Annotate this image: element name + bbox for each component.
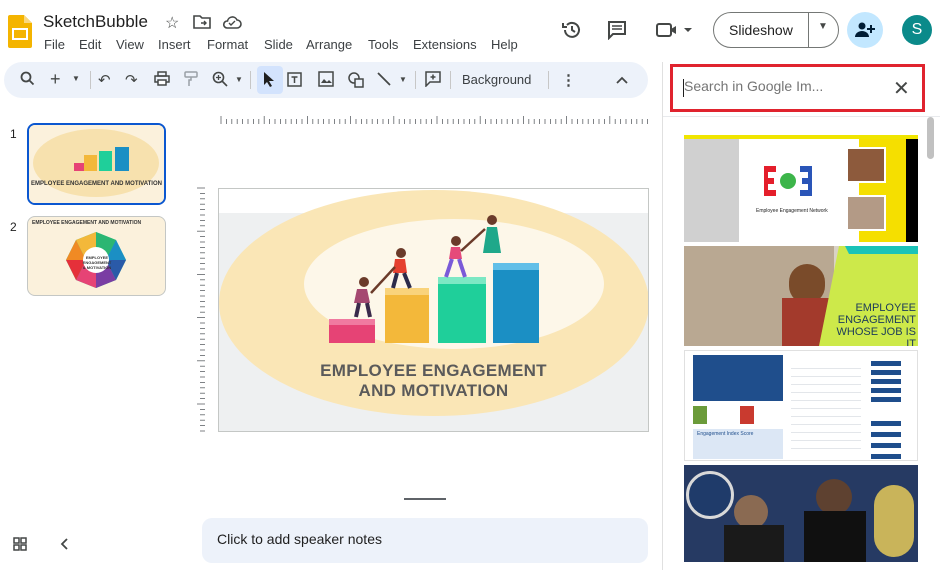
- panel-separator: [663, 116, 940, 117]
- document-title[interactable]: SketchBubble: [43, 12, 148, 32]
- menu-extensions[interactable]: Extensions: [413, 37, 477, 52]
- collapse-toolbar-icon[interactable]: [616, 71, 628, 88]
- person-photo: [846, 195, 886, 231]
- add-dropdown-icon[interactable]: ▼: [72, 74, 80, 83]
- line-icon[interactable]: [376, 71, 392, 91]
- toolbar-divider: [548, 71, 549, 89]
- toolbar: + ▼ ↶ ↷ ▼ ▼ Background ⋮: [4, 62, 648, 98]
- menu-help[interactable]: Help: [491, 37, 518, 52]
- results-scrollbar[interactable]: [927, 117, 934, 159]
- seal-emblem: [686, 471, 734, 519]
- image-search-input[interactable]: [684, 78, 864, 94]
- image-sidebar: [684, 139, 739, 242]
- slide-thumbnail-caption: EMPLOYEE ENGAGEMENT AND MOTIVATION: [31, 181, 162, 187]
- person-head: [816, 479, 852, 515]
- slide-thumbnail-caption: EMPLOYEE ENGAGEMENT AND MOTIVATION: [32, 220, 142, 226]
- slide-title-line-2: AND MOTIVATION: [358, 381, 509, 400]
- network-logo: [764, 166, 812, 196]
- image-caption: Engagement Index Score: [697, 431, 754, 437]
- person-body: [804, 511, 866, 562]
- slide-number: 2: [10, 220, 17, 234]
- search-icon[interactable]: [20, 71, 35, 90]
- add-icon[interactable]: +: [50, 69, 61, 90]
- horizontal-ruler[interactable]: [203, 115, 648, 125]
- person-body: [724, 525, 784, 562]
- print-icon[interactable]: [154, 71, 170, 90]
- slide-canvas[interactable]: EMPLOYEE ENGAGEMENT AND MOTIVATION: [218, 188, 649, 432]
- collapse-filmstrip-icon[interactable]: [60, 537, 68, 553]
- paint-format-icon[interactable]: [184, 71, 198, 91]
- notes-resize-handle[interactable]: [404, 498, 446, 500]
- toolbar-divider: [415, 71, 416, 89]
- person-head: [734, 495, 768, 529]
- menu-file[interactable]: File: [44, 37, 65, 52]
- slideshow-dropdown-icon[interactable]: ▼: [818, 21, 828, 32]
- slide-thumbnail-center-text: EMPLOYEE ENGAGEMENT & MOTIVATION: [82, 255, 112, 270]
- textbox-icon[interactable]: [286, 71, 303, 92]
- slide-thumbnail-2[interactable]: EMPLOYEE ENGAGEMENT AND MOTIVATION EMPLO…: [27, 216, 166, 296]
- cloud-status-icon[interactable]: [222, 15, 242, 34]
- panel-divider: [662, 62, 663, 570]
- menu-edit[interactable]: Edit: [79, 37, 101, 52]
- menu-arrange[interactable]: Arrange: [306, 37, 352, 52]
- comment-icon[interactable]: [425, 71, 441, 91]
- meet-icon[interactable]: [656, 22, 692, 43]
- redo-icon[interactable]: ↷: [125, 71, 138, 89]
- zoom-dropdown-icon[interactable]: ▼: [235, 75, 243, 84]
- slide-number: 1: [10, 127, 17, 141]
- table-block: [693, 355, 783, 401]
- add-person-icon: [855, 22, 875, 37]
- more-icon[interactable]: ⋮: [561, 71, 576, 89]
- bar-list: [871, 421, 901, 459]
- menu-format[interactable]: Format: [207, 37, 248, 52]
- move-folder-icon[interactable]: [193, 14, 211, 35]
- image-search-box[interactable]: ✕: [676, 70, 919, 106]
- image-result-3[interactable]: Engagement Index Score: [684, 350, 918, 461]
- slideshow-divider: [808, 13, 809, 47]
- stat-block: [693, 406, 707, 424]
- slides-logo[interactable]: [8, 15, 32, 48]
- image-caption: Employee Engagement Network: [756, 208, 828, 214]
- toolbar-divider: [90, 71, 91, 89]
- image-result-2[interactable]: EMPLOYEE ENGAGEMENT WHOSE JOB IS IT: [684, 246, 918, 346]
- zoom-icon[interactable]: [212, 71, 228, 91]
- slideshow-label: Slideshow: [729, 22, 793, 38]
- menu-insert[interactable]: Insert: [158, 37, 191, 52]
- grid-view-icon[interactable]: [13, 537, 27, 554]
- select-icon[interactable]: [263, 71, 275, 91]
- vertical-ruler[interactable]: [196, 184, 206, 434]
- text-lines: [791, 361, 861, 451]
- background-button[interactable]: Background: [462, 72, 531, 87]
- bar-list: [871, 361, 901, 406]
- slide-thumbnail-art: [29, 125, 164, 203]
- image-caption: EMPLOYEE ENGAGEMENT WHOSE JOB IS IT: [836, 302, 916, 346]
- image-edge: [906, 139, 918, 242]
- menu-slide[interactable]: Slide: [264, 37, 293, 52]
- close-icon[interactable]: ✕: [893, 76, 910, 101]
- slide-title[interactable]: EMPLOYEE ENGAGEMENT AND MOTIVATION: [219, 361, 648, 401]
- version-history-icon[interactable]: [561, 19, 583, 46]
- speaker-notes[interactable]: Click to add speaker notes: [202, 518, 648, 563]
- speaker-notes-placeholder: Click to add speaker notes: [217, 531, 382, 547]
- undo-icon[interactable]: ↶: [98, 71, 111, 89]
- slideshow-button[interactable]: Slideshow ▼: [713, 12, 839, 48]
- image-result-4[interactable]: [684, 465, 918, 562]
- line-dropdown-icon[interactable]: ▼: [399, 75, 407, 84]
- slide-title-line-1: EMPLOYEE ENGAGEMENT: [320, 361, 547, 380]
- slide-thumbnail-1[interactable]: EMPLOYEE ENGAGEMENT AND MOTIVATION: [27, 123, 166, 205]
- star-icon[interactable]: ☆: [165, 13, 179, 33]
- shape-icon[interactable]: [347, 71, 365, 92]
- image-icon[interactable]: [318, 71, 334, 91]
- stat-block: [740, 406, 754, 424]
- seal-emblem: [874, 485, 914, 557]
- comments-icon[interactable]: [607, 20, 627, 45]
- image-result-1[interactable]: Employee Engagement Network: [684, 135, 918, 242]
- toolbar-divider: [250, 71, 251, 89]
- share-button[interactable]: [847, 12, 883, 48]
- menu-tools[interactable]: Tools: [368, 37, 398, 52]
- account-avatar[interactable]: S: [902, 15, 932, 45]
- person-photo: [846, 147, 886, 183]
- toolbar-divider: [450, 71, 451, 89]
- menu-view[interactable]: View: [116, 37, 144, 52]
